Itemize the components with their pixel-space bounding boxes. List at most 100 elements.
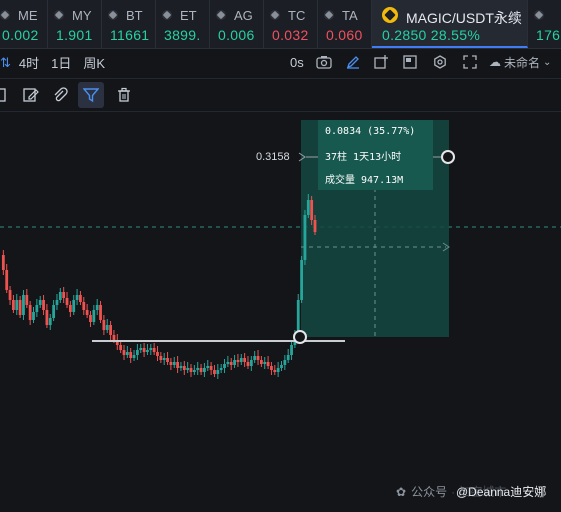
candle-body (152, 348, 156, 352)
ticker-tab[interactable]: ET 3899. (156, 0, 210, 48)
edit-note-icon[interactable] (18, 82, 44, 108)
ticker-symbol: BT (126, 8, 143, 23)
timeframe-1w[interactable]: 周K (83, 53, 105, 72)
candle-body (280, 365, 283, 368)
candle-body (209, 366, 213, 370)
pen-icon[interactable] (343, 52, 363, 72)
watermark-user: @Deanna迪安娜 (456, 485, 547, 499)
candle-body (146, 350, 149, 352)
measurement-tooltip: 0.0834 (35.77%) 37柱 1天13小时 成交量 947.13M (318, 120, 433, 190)
cloud-icon: ☁ (489, 55, 501, 69)
candle-type-icon[interactable]: ⇅ (0, 55, 11, 71)
candle-body (68, 305, 72, 312)
ticker-value-active: 0.2850 28.55% (382, 27, 481, 43)
candle-body (213, 370, 216, 374)
candle-body (129, 352, 133, 358)
candle-body (290, 345, 293, 355)
drawing-toolbar (0, 78, 561, 112)
ticker-tab-active[interactable]: MAGIC/USDT永续 0.2850 28.55% ✕ (372, 0, 528, 48)
coin-icon (162, 10, 172, 20)
close-tab-icon[interactable]: ✕ (509, 8, 519, 22)
ticker-tab[interactable]: AG 0.006 (210, 0, 264, 48)
candle-body (75, 295, 79, 300)
candle-body (249, 360, 253, 366)
candle-body (102, 320, 106, 330)
ticker-symbol: TA (342, 8, 358, 23)
candle-body (132, 355, 136, 358)
candle-body (162, 358, 166, 360)
candle-body (62, 292, 66, 298)
measure-price-label: 0.3158 (256, 151, 290, 163)
candle-body (48, 318, 52, 325)
ticker-tab[interactable]: TC 0.032 (264, 0, 318, 48)
trash-icon[interactable] (111, 82, 137, 108)
coin-icon (324, 10, 334, 20)
candle-body (263, 362, 267, 364)
candle-body (156, 352, 159, 356)
candle-body (58, 292, 62, 300)
candle-body (52, 305, 56, 318)
candle-body (109, 325, 112, 335)
candlesticks (1, 194, 317, 379)
candle-body (112, 335, 116, 340)
candle-body (313, 220, 317, 232)
candle-body (233, 360, 236, 365)
timeframe-4h[interactable]: 4时 (19, 53, 39, 72)
settings-icon[interactable] (430, 52, 450, 72)
measure-change: 0.0834 (35.77%) (325, 126, 416, 137)
timeframe-1d[interactable]: 1日 (51, 53, 71, 72)
candle-body (216, 370, 220, 374)
candle-body (85, 310, 89, 315)
ticker-value: 0.060 (326, 27, 363, 43)
candle-body (259, 360, 263, 364)
candle-body (182, 366, 186, 370)
ticker-value: 3899. (164, 27, 201, 43)
ticker-tab[interactable]: BT 11661 (102, 0, 156, 48)
wechat-icon: ✿ (396, 484, 407, 499)
candle-body (203, 368, 206, 372)
candle-body (306, 200, 310, 215)
candle-body (186, 368, 190, 370)
ticker-bar: ME 0.002 MY 1.901 BT 11661 ET 3899. AG 0.006 TC 0.0… (0, 0, 561, 49)
chevron-down-icon: ⌄ (543, 56, 552, 68)
add-window-icon[interactable] (371, 52, 391, 72)
ticker-symbol: ME (18, 8, 38, 23)
candle-body (270, 366, 273, 370)
ticker-tab[interactable]: ME 0.002 (0, 0, 48, 48)
filter-icon[interactable] (78, 82, 104, 108)
price-chart[interactable] (0, 110, 561, 512)
watermark-text: 公众号 (411, 485, 448, 499)
coin-icon (54, 10, 64, 20)
candle-body (92, 310, 96, 322)
ticker-value: 0.002 (2, 27, 39, 43)
candle-body (8, 290, 12, 300)
ticker-tab[interactable]: MY 1.901 (48, 0, 102, 48)
candle-body (239, 358, 243, 362)
coin-icon (0, 10, 10, 20)
candle-body (72, 300, 76, 312)
candle-body (82, 302, 86, 310)
candle-body (296, 300, 300, 335)
watermark: ✿ 公众号 · 加密城市 @Deanna迪安娜 (396, 483, 546, 500)
candle-body (159, 356, 163, 360)
ticker-value: 1.901 (56, 27, 93, 43)
candle-body (196, 368, 200, 370)
camera-icon[interactable] (314, 52, 334, 72)
candle-body (89, 315, 92, 322)
measure-bars-duration: 37柱 1天13小时 (325, 152, 402, 163)
layout-name-menu[interactable]: ☁ 未命名 ⌄ (489, 52, 561, 72)
candle-body (42, 300, 45, 310)
candle-body (256, 356, 260, 360)
seconds-label[interactable]: 0s (290, 55, 304, 70)
candle-body (28, 305, 32, 320)
ticker-tab[interactable]: 176 (528, 0, 561, 48)
candle-body (135, 350, 139, 355)
ticker-value: 11661 (110, 27, 150, 43)
layout-icon[interactable] (400, 52, 420, 72)
attach-icon[interactable] (47, 82, 73, 108)
candle-body (206, 366, 210, 368)
fullscreen-icon[interactable] (460, 52, 480, 72)
candle-body (139, 348, 143, 350)
rectangle-tool-icon[interactable] (0, 82, 12, 108)
ticker-tab[interactable]: TA 0.060 (318, 0, 372, 48)
